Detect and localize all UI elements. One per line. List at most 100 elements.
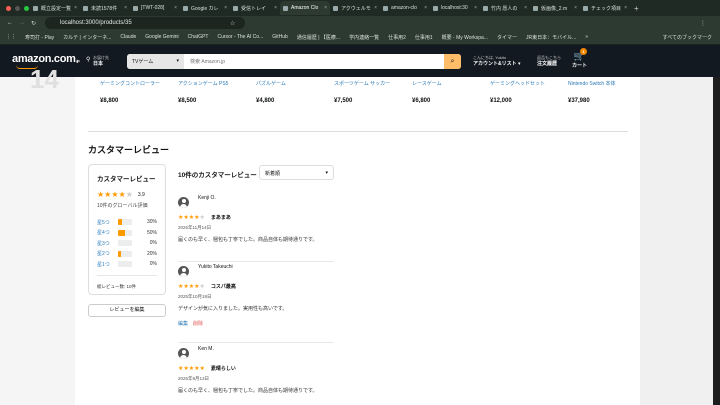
browser-tab[interactable]: 概立設定一覧 × [30, 1, 80, 15]
bookmark-item[interactable]: カルテ | インターネ... [63, 34, 111, 41]
browser-tab[interactable]: 受信トレイ × [230, 1, 280, 15]
search-button[interactable]: ⌕ [444, 54, 461, 69]
delete-review-link[interactable]: 削除 [193, 320, 203, 327]
close-tab-icon[interactable]: × [74, 5, 77, 11]
back-icon[interactable]: ← [7, 20, 13, 26]
browser-tab[interactable]: Google カレ × [180, 1, 230, 15]
product-card[interactable]: スポーツゲーム サッカー ¥7,500 [334, 80, 410, 104]
close-window-button[interactable] [6, 5, 11, 11]
product-name[interactable]: Nintendo Switch 本体 [568, 80, 644, 87]
rating-bar-row[interactable]: 星1つ 0% [97, 259, 157, 270]
close-tab-icon[interactable]: × [624, 5, 627, 11]
minimize-window-button[interactable] [15, 5, 20, 11]
bookmark-item[interactable]: JR東日本：モバイル... [526, 34, 576, 41]
url-field[interactable]: localhost:3000/products/35 [45, 17, 245, 29]
rating-bar-row[interactable]: 星4つ 50% [97, 228, 157, 239]
orders-link[interactable]: 返品もこちら 注文履歴 [537, 55, 561, 67]
browser-tab[interactable]: 竹内 愿人の × [480, 1, 530, 15]
product-card[interactable]: Nintendo Switch 本体 ¥37,980 [568, 80, 644, 104]
close-tab-icon[interactable]: × [424, 5, 427, 11]
deliver-value: 日本 [93, 61, 104, 67]
star-level-link[interactable]: 星2つ [97, 250, 118, 257]
overlay-number: 14 [30, 64, 59, 94]
scrollbar-track[interactable] [713, 77, 720, 405]
star-level-link[interactable]: 星4つ [97, 229, 118, 236]
bookmark-item[interactable]: Claude [120, 34, 136, 40]
cart-button[interactable]: 🛒 1 カート [572, 48, 588, 69]
star-level-link[interactable]: 星5つ [97, 219, 118, 226]
sort-select[interactable]: 新着順 ▾ [259, 165, 334, 180]
maximize-window-button[interactable] [24, 5, 29, 11]
product-price: ¥8,500 [178, 98, 197, 104]
new-tab-button[interactable]: + [634, 4, 639, 13]
right-margin [640, 77, 713, 405]
tab-label: アクウェルモ [341, 5, 371, 12]
product-name[interactable]: ゲーミングコントローラー [100, 80, 176, 87]
star-level-link[interactable]: 星1つ [97, 261, 118, 268]
menu-icon[interactable]: ⋮ [700, 20, 706, 27]
product-name[interactable]: スポーツゲーム サッカー [334, 80, 410, 87]
product-name[interactable]: アクションゲーム PS5 [178, 80, 254, 87]
edit-review-button[interactable]: レビューを編集 [88, 304, 166, 317]
product-name[interactable]: ゲーミングヘッドセット [490, 80, 566, 87]
bookmark-item[interactable]: ChatGPT [188, 34, 209, 40]
bookmark-item[interactable]: GitHub [272, 34, 288, 40]
browser-tab[interactable]: チェック項目 × [580, 1, 630, 15]
rating-bar-row[interactable]: 星3つ 0% [97, 238, 157, 249]
reload-icon[interactable]: ↻ [31, 20, 36, 27]
bookmark-item[interactable]: 概要 - My Workspa... [442, 34, 488, 41]
product-name[interactable]: パズルゲーム [256, 80, 332, 87]
bookmark-item[interactable]: Cursor - The AI Co... [217, 34, 263, 40]
rating-bar-row[interactable]: 星5つ 30% [97, 217, 157, 228]
product-name[interactable]: レースゲーム [412, 80, 488, 87]
close-tab-icon[interactable]: × [524, 5, 527, 11]
close-tab-icon[interactable]: × [474, 5, 477, 11]
browser-tab[interactable]: Amazon Clo × [280, 1, 330, 15]
search-input[interactable] [184, 54, 444, 69]
rating-percent: 30% [146, 219, 157, 226]
edit-review-link[interactable]: 編集 [178, 320, 188, 327]
product-card[interactable]: ゲーミングヘッドセット ¥12,000 [490, 80, 566, 104]
chevron-down-icon: ▾ [325, 170, 328, 176]
search-category-select[interactable]: TVゲーム ▾ [127, 54, 184, 69]
forward-icon[interactable]: → [19, 20, 25, 26]
bookmark-item[interactable]: タイマー [497, 34, 517, 41]
bookmark-item[interactable]: 寿司打 - Play [25, 34, 54, 41]
tab-label: 受信トレイ [241, 5, 267, 12]
bookmark-item[interactable]: 通信履歴 | 【医療... [297, 34, 340, 41]
product-card[interactable]: アクションゲーム PS5 ¥8,500 [178, 80, 254, 104]
close-tab-icon[interactable]: × [574, 5, 577, 11]
bookmark-item[interactable]: 学内連絡一覧 [349, 34, 379, 41]
bookmark-item[interactable]: » [585, 34, 588, 40]
product-card[interactable]: ゲーミングコントローラー ¥8,800 [100, 80, 176, 104]
close-tab-icon[interactable]: × [124, 5, 127, 11]
bookmark-star-icon[interactable]: ☆ [230, 20, 235, 27]
bookmark-item[interactable]: 仕事用1 [415, 34, 433, 41]
rating-percent: 0% [149, 261, 157, 268]
rating-bar-row[interactable]: 星2つ 20% [97, 249, 157, 260]
apps-icon[interactable]: ⋮⋮ [6, 34, 16, 40]
cart-label: カート [572, 63, 588, 69]
bookmark-item[interactable]: すべてのブックマーク [663, 34, 712, 41]
close-tab-icon[interactable]: × [224, 5, 227, 11]
product-card[interactable]: レースゲーム ¥6,800 [412, 80, 488, 104]
product-card[interactable]: パズルゲーム ¥4,800 [256, 80, 332, 104]
browser-tab[interactable]: 仮画像_2.m × [530, 1, 580, 15]
close-tab-icon[interactable]: × [174, 5, 177, 11]
tab-favicon-icon [333, 5, 338, 11]
close-tab-icon[interactable]: × [374, 5, 377, 11]
browser-tab[interactable]: 未読1578件 × [80, 1, 130, 15]
bookmark-item[interactable]: Google Gemini [145, 34, 178, 40]
close-tab-icon[interactable]: × [324, 5, 327, 11]
tab-favicon-icon [383, 5, 388, 11]
close-tab-icon[interactable]: × [274, 5, 277, 11]
account-menu[interactable]: こんにちは, Yukito アカウント&リスト ▾ [473, 55, 521, 67]
browser-tab[interactable]: localhost:30 × [430, 1, 480, 15]
star-level-link[interactable]: 星3つ [97, 240, 118, 247]
browser-tab[interactable]: [TWT-028] × [130, 1, 180, 15]
rating-percent: 0% [149, 240, 157, 247]
bookmark-item[interactable]: 仕事用2 [388, 34, 406, 41]
browser-tab[interactable]: アクウェルモ × [330, 1, 380, 15]
deliver-to[interactable]: ⚲ お届け先 日本 [86, 55, 109, 67]
browser-tab[interactable]: amazon-clo × [380, 1, 430, 15]
